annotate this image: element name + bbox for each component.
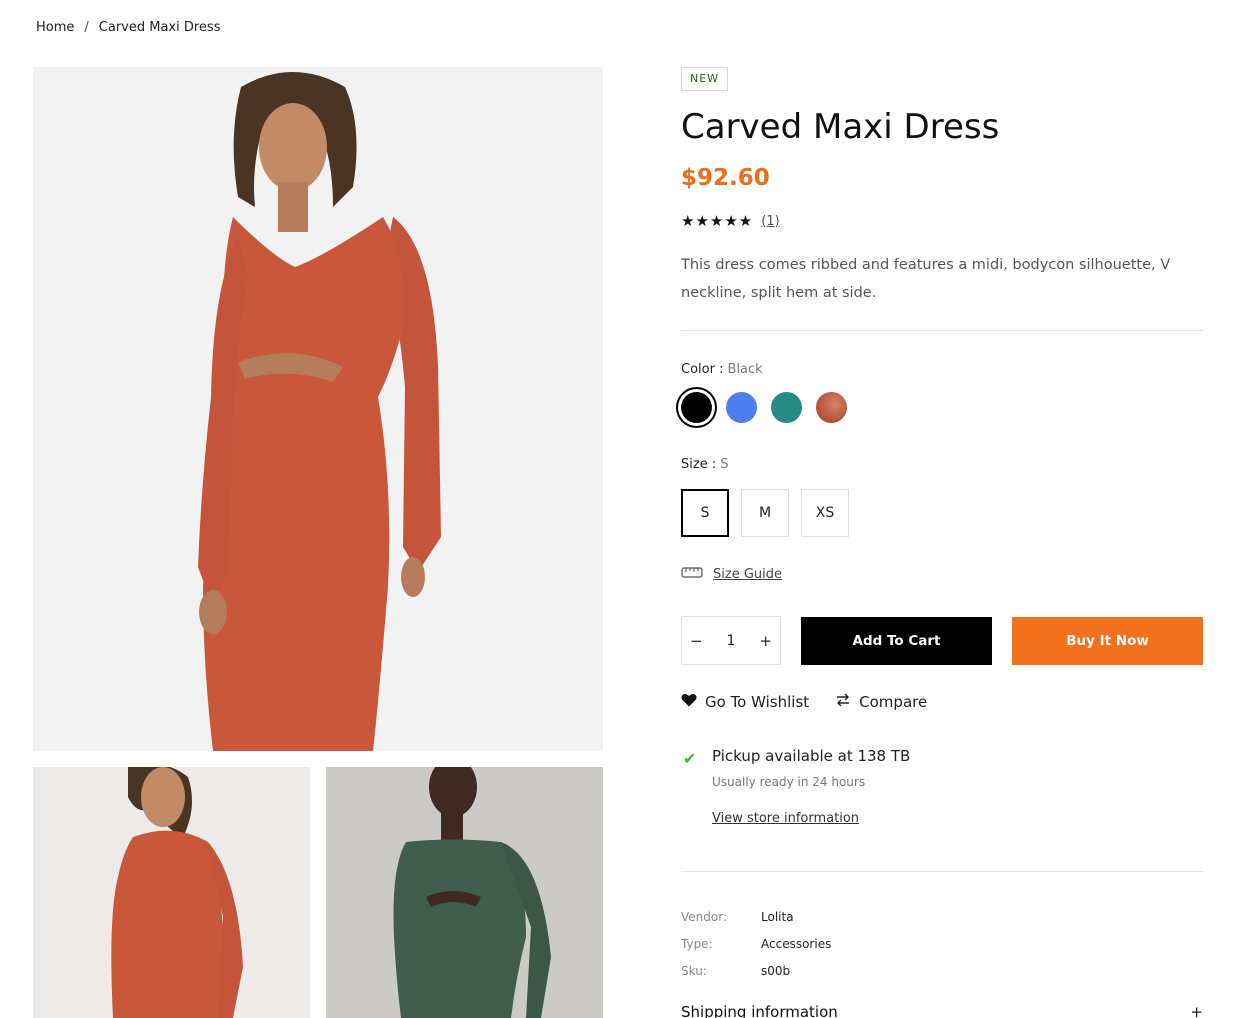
wishlist-action[interactable]: Go To Wishlist	[681, 693, 809, 711]
quantity-increase-button[interactable]: +	[759, 632, 772, 650]
divider	[681, 871, 1203, 872]
color-label: Color :	[681, 362, 724, 377]
pickup-title: Pickup available at 138 TB	[712, 747, 911, 765]
meta-row-type: Type: Accessories	[681, 930, 831, 957]
sku-value: s00b	[761, 963, 791, 978]
size-option-m[interactable]: M	[741, 489, 789, 537]
thumbnail-photo-green-dress	[326, 767, 603, 1018]
star-rating-icon: ★★★★★	[681, 212, 754, 230]
checkmark-icon: ✔	[683, 749, 697, 768]
new-badge: NEW	[681, 67, 729, 91]
compare-label: Compare	[859, 693, 928, 711]
product-title: Carved Maxi Dress	[681, 107, 1000, 147]
ruler-icon	[681, 565, 703, 583]
quantity-value[interactable]: 1	[727, 633, 736, 649]
meta-row-vendor: Vendor: Lolita	[681, 903, 831, 930]
quantity-stepper: − 1 +	[681, 616, 781, 665]
product-thumbnail-1[interactable]	[33, 767, 310, 1018]
breadcrumb-current: Carved Maxi Dress	[98, 20, 221, 35]
compare-action[interactable]: Compare	[835, 693, 927, 711]
product-price: $92.60	[681, 165, 770, 191]
color-swatch-rust[interactable]	[816, 392, 847, 423]
quantity-decrease-button[interactable]: −	[690, 632, 703, 650]
size-option-label: Size :S	[681, 457, 728, 472]
selected-color-value: Black	[727, 362, 763, 377]
color-swatch-blue[interactable]	[726, 392, 757, 423]
size-options: S M XS	[681, 489, 849, 537]
breadcrumb-separator: /	[84, 20, 89, 35]
product-rating: ★★★★★ (1)	[681, 212, 780, 230]
breadcrumb-home-link[interactable]: Home	[36, 20, 74, 35]
size-guide-link[interactable]: Size Guide	[713, 567, 782, 582]
wishlist-label: Go To Wishlist	[705, 693, 810, 711]
breadcrumb: Home / Carved Maxi Dress	[36, 20, 220, 35]
size-option-xs[interactable]: XS	[801, 489, 849, 537]
product-thumbnail-2[interactable]	[326, 767, 603, 1018]
view-store-information-link[interactable]: View store information	[712, 811, 859, 826]
thumbnail-photo-rust-dress-back	[33, 767, 310, 1018]
size-label: Size :	[681, 457, 717, 472]
color-swatches	[681, 392, 847, 423]
size-guide[interactable]: Size Guide	[681, 565, 782, 583]
pickup-subtitle: Usually ready in 24 hours	[712, 775, 866, 789]
shipping-information-label: Shipping information	[681, 1003, 838, 1018]
shipping-information-accordion[interactable]: Shipping information +	[681, 1003, 1203, 1018]
divider	[681, 330, 1203, 331]
size-option-s[interactable]: S	[681, 489, 729, 537]
product-meta: Vendor: Lolita Type: Accessories Sku: s0…	[681, 903, 831, 984]
color-swatch-black[interactable]	[681, 392, 712, 423]
compare-arrows-icon	[835, 693, 851, 711]
meta-row-sku: Sku: s00b	[681, 957, 831, 984]
color-swatch-teal[interactable]	[771, 392, 802, 423]
buy-it-now-button[interactable]: Buy It Now	[1012, 617, 1203, 665]
type-value: Accessories	[761, 936, 832, 951]
selected-size-value: S	[720, 457, 729, 472]
review-count-link[interactable]: (1)	[761, 214, 779, 229]
product-actions: Go To Wishlist Compare	[681, 693, 927, 711]
product-description: This dress comes ribbed and features a m…	[681, 257, 1171, 301]
product-main-image[interactable]	[33, 67, 603, 751]
product-photo-rust-dress	[33, 67, 603, 751]
color-option-label: Color : Black	[681, 362, 763, 377]
expand-plus-icon: +	[1190, 1003, 1203, 1018]
type-label: Type:	[681, 936, 713, 951]
add-to-cart-button[interactable]: Add To Cart	[801, 617, 992, 665]
vendor-label: Vendor:	[681, 909, 727, 924]
vendor-value: Lolita	[761, 909, 794, 924]
sku-label: Sku:	[681, 963, 707, 978]
heart-icon	[681, 693, 697, 711]
